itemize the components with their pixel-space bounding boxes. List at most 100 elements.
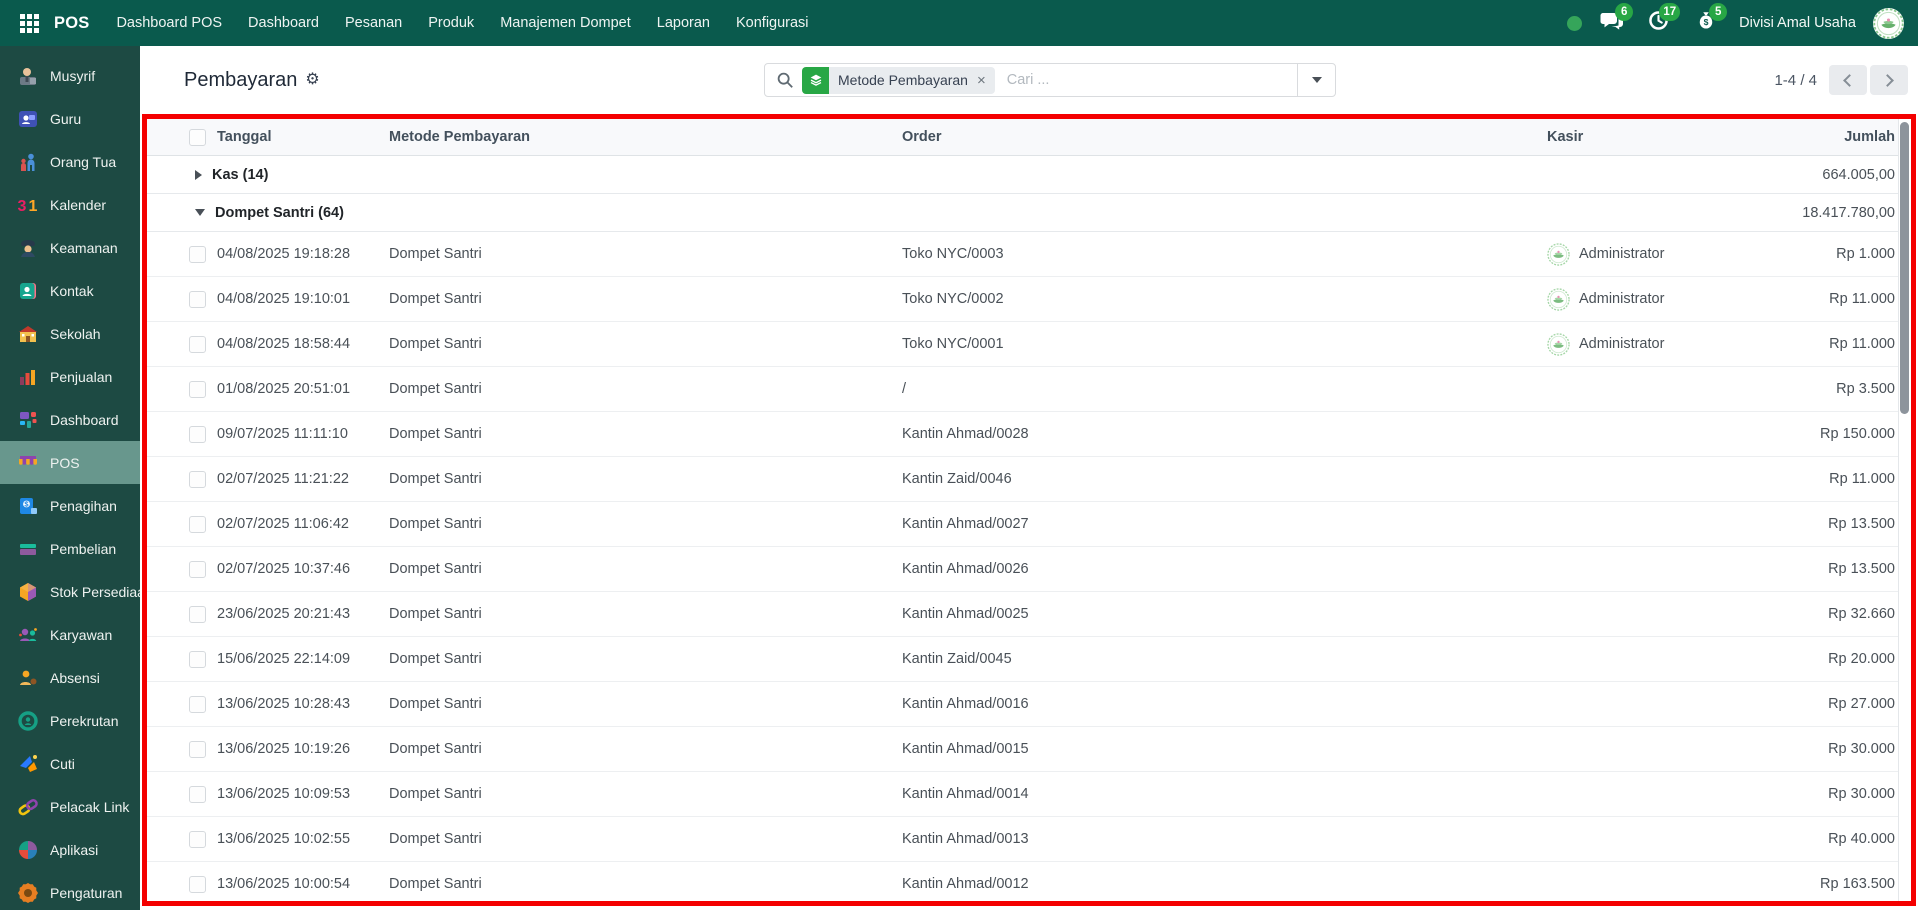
guru-icon xyxy=(15,106,41,132)
sidebar-item-pembelian[interactable]: Pembelian xyxy=(0,527,140,570)
sidebar-item-label: Karyawan xyxy=(50,627,112,643)
sidebar-item-musyrif[interactable]: Musyrif xyxy=(0,54,140,97)
sidebar-item-penjualan[interactable]: Penjualan xyxy=(0,355,140,398)
sidebar-item-label: Dashboard xyxy=(50,412,119,428)
table-row[interactable]: 13/06/2025 10:28:43 Dompet Santri Kantin… xyxy=(147,682,1911,727)
pager-next-button[interactable] xyxy=(1870,65,1908,95)
column-jumlah[interactable]: Jumlah xyxy=(1757,129,1895,145)
row-checkbox[interactable] xyxy=(189,696,206,713)
table-row[interactable]: 04/08/2025 19:10:01 Dompet Santri Toko N… xyxy=(147,277,1911,322)
sidebar-item-perekrutan[interactable]: Perekrutan xyxy=(0,699,140,742)
table-row[interactable]: 01/08/2025 20:51:01 Dompet Santri / Rp 3… xyxy=(147,367,1911,412)
top-menu-item-konfigurasi[interactable]: Konfigurasi xyxy=(723,0,822,46)
company-name[interactable]: Divisi Amal Usaha xyxy=(1739,15,1856,31)
table-row[interactable]: 15/06/2025 22:14:09 Dompet Santri Kantin… xyxy=(147,637,1911,682)
search-bar[interactable]: Metode Pembayaran × xyxy=(764,63,1336,97)
table-row[interactable]: 13/06/2025 10:09:53 Dompet Santri Kantin… xyxy=(147,772,1911,817)
search-dropdown-toggle[interactable] xyxy=(1297,64,1335,96)
column-kasir[interactable]: Kasir xyxy=(1547,129,1757,145)
sidebar-item-aplikasi[interactable]: Aplikasi xyxy=(0,828,140,871)
column-tanggal[interactable]: Tanggal xyxy=(217,129,389,145)
sidebar-item-pelacak-link[interactable]: Pelacak Link xyxy=(0,785,140,828)
chevron-right-icon xyxy=(1881,74,1894,87)
scrollbar-thumb[interactable] xyxy=(1900,122,1909,414)
cell-tanggal: 09/07/2025 11:11:10 xyxy=(217,426,389,442)
sidebar-item-sekolah[interactable]: Sekolah xyxy=(0,312,140,355)
sidebar-item-label: Pelacak Link xyxy=(50,799,129,815)
search-filter-chip[interactable]: Metode Pembayaran × xyxy=(802,67,995,94)
chevron-left-icon xyxy=(1843,74,1856,87)
sidebar-item-orang-tua[interactable]: Orang Tua xyxy=(0,140,140,183)
top-menu-item-pesanan[interactable]: Pesanan xyxy=(332,0,415,46)
row-checkbox[interactable] xyxy=(189,381,206,398)
messages-button[interactable]: 6 xyxy=(1599,11,1624,36)
row-checkbox[interactable] xyxy=(189,876,206,893)
sidebar-item-penagihan[interactable]: $ Penagihan xyxy=(0,484,140,527)
sidebar-item-pos[interactable]: POS xyxy=(0,441,140,484)
sidebar-item-kontak[interactable]: Kontak xyxy=(0,269,140,312)
table-row[interactable]: 09/07/2025 11:11:10 Dompet Santri Kantin… xyxy=(147,412,1911,457)
sidebar-item-karyawan[interactable]: Karyawan xyxy=(0,613,140,656)
expand-caret-icon xyxy=(195,170,202,180)
table-row[interactable]: 13/06/2025 10:19:26 Dompet Santri Kantin… xyxy=(147,727,1911,772)
top-menu: Dashboard POSDashboardPesananProdukManaj… xyxy=(103,0,821,46)
keamanan-icon xyxy=(15,235,41,261)
scrollbar-track[interactable] xyxy=(1898,119,1911,901)
column-metode-pembayaran[interactable]: Metode Pembayaran xyxy=(389,129,902,145)
cell-kasir: Administrator xyxy=(1547,333,1757,356)
row-checkbox[interactable] xyxy=(189,561,206,578)
app-brand[interactable]: POS xyxy=(54,14,89,33)
group-row[interactable]: Dompet Santri (64) 18.417.780,00 xyxy=(147,194,1911,232)
table-row[interactable]: 02/07/2025 11:21:22 Dompet Santri Kantin… xyxy=(147,457,1911,502)
cell-tanggal: 02/07/2025 10:37:46 xyxy=(217,561,389,577)
group-row[interactable]: Kas (14) 664.005,00 xyxy=(147,156,1911,194)
row-checkbox[interactable] xyxy=(189,516,206,533)
apps-grid-icon[interactable] xyxy=(12,0,46,46)
row-checkbox[interactable] xyxy=(189,651,206,668)
sidebar-item-guru[interactable]: Guru xyxy=(0,97,140,140)
row-checkbox[interactable] xyxy=(189,291,206,308)
sidebar-item-cuti[interactable]: Cuti xyxy=(0,742,140,785)
table-row[interactable]: 04/08/2025 18:58:44 Dompet Santri Toko N… xyxy=(147,322,1911,367)
cell-tanggal: 13/06/2025 10:28:43 xyxy=(217,696,389,712)
sidebar-item-dashboard[interactable]: Dashboard xyxy=(0,398,140,441)
chevron-down-icon xyxy=(1312,77,1322,83)
top-menu-item-manajemen-dompet[interactable]: Manajemen Dompet xyxy=(487,0,644,46)
table-row[interactable]: 02/07/2025 11:06:42 Dompet Santri Kantin… xyxy=(147,502,1911,547)
column-order[interactable]: Order xyxy=(902,129,1547,145)
sidebar-item-stok-persediaan[interactable]: Stok Persediaan xyxy=(0,570,140,613)
row-checkbox[interactable] xyxy=(189,786,206,803)
pager-previous-button[interactable] xyxy=(1829,65,1867,95)
row-checkbox[interactable] xyxy=(189,471,206,488)
table-row[interactable]: 13/06/2025 10:02:55 Dompet Santri Kantin… xyxy=(147,817,1911,862)
cell-jumlah: Rp 163.500 xyxy=(1757,876,1895,892)
top-menu-item-dashboard-pos[interactable]: Dashboard POS xyxy=(103,0,235,46)
row-checkbox[interactable] xyxy=(189,246,206,263)
row-checkbox[interactable] xyxy=(189,426,206,443)
table-row[interactable]: 23/06/2025 20:21:43 Dompet Santri Kantin… xyxy=(147,592,1911,637)
search-input[interactable] xyxy=(1005,71,1297,89)
user-avatar[interactable] xyxy=(1873,8,1904,39)
group-total: 664.005,00 xyxy=(1822,167,1895,183)
row-checkbox[interactable] xyxy=(189,336,206,353)
select-all-checkbox[interactable] xyxy=(189,129,206,146)
row-checkbox[interactable] xyxy=(189,741,206,758)
top-menu-item-produk[interactable]: Produk xyxy=(415,0,487,46)
row-checkbox[interactable] xyxy=(189,606,206,623)
top-menu-item-dashboard[interactable]: Dashboard xyxy=(235,0,332,46)
table-row[interactable]: 13/06/2025 10:00:54 Dompet Santri Kantin… xyxy=(147,862,1911,906)
view-settings-gear-icon[interactable]: ⚙ xyxy=(305,72,319,88)
row-checkbox[interactable] xyxy=(189,831,206,848)
sidebar-item-pengaturan[interactable]: Pengaturan xyxy=(0,871,140,910)
top-navbar: POS Dashboard POSDashboardPesananProdukM… xyxy=(0,0,1918,46)
cell-jumlah: Rp 150.000 xyxy=(1757,426,1895,442)
activities-button[interactable]: 17 xyxy=(1646,11,1671,36)
sidebar-item-kalender[interactable]: 31 Kalender xyxy=(0,183,140,226)
sidebar-item-keamanan[interactable]: Keamanan xyxy=(0,226,140,269)
table-row[interactable]: 04/08/2025 19:18:28 Dompet Santri Toko N… xyxy=(147,232,1911,277)
wallet-button[interactable]: $ 5 xyxy=(1693,11,1718,36)
remove-filter-icon[interactable]: × xyxy=(977,73,986,88)
sidebar-item-absensi[interactable]: Absensi xyxy=(0,656,140,699)
top-menu-item-laporan[interactable]: Laporan xyxy=(644,0,723,46)
table-row[interactable]: 02/07/2025 10:37:46 Dompet Santri Kantin… xyxy=(147,547,1911,592)
